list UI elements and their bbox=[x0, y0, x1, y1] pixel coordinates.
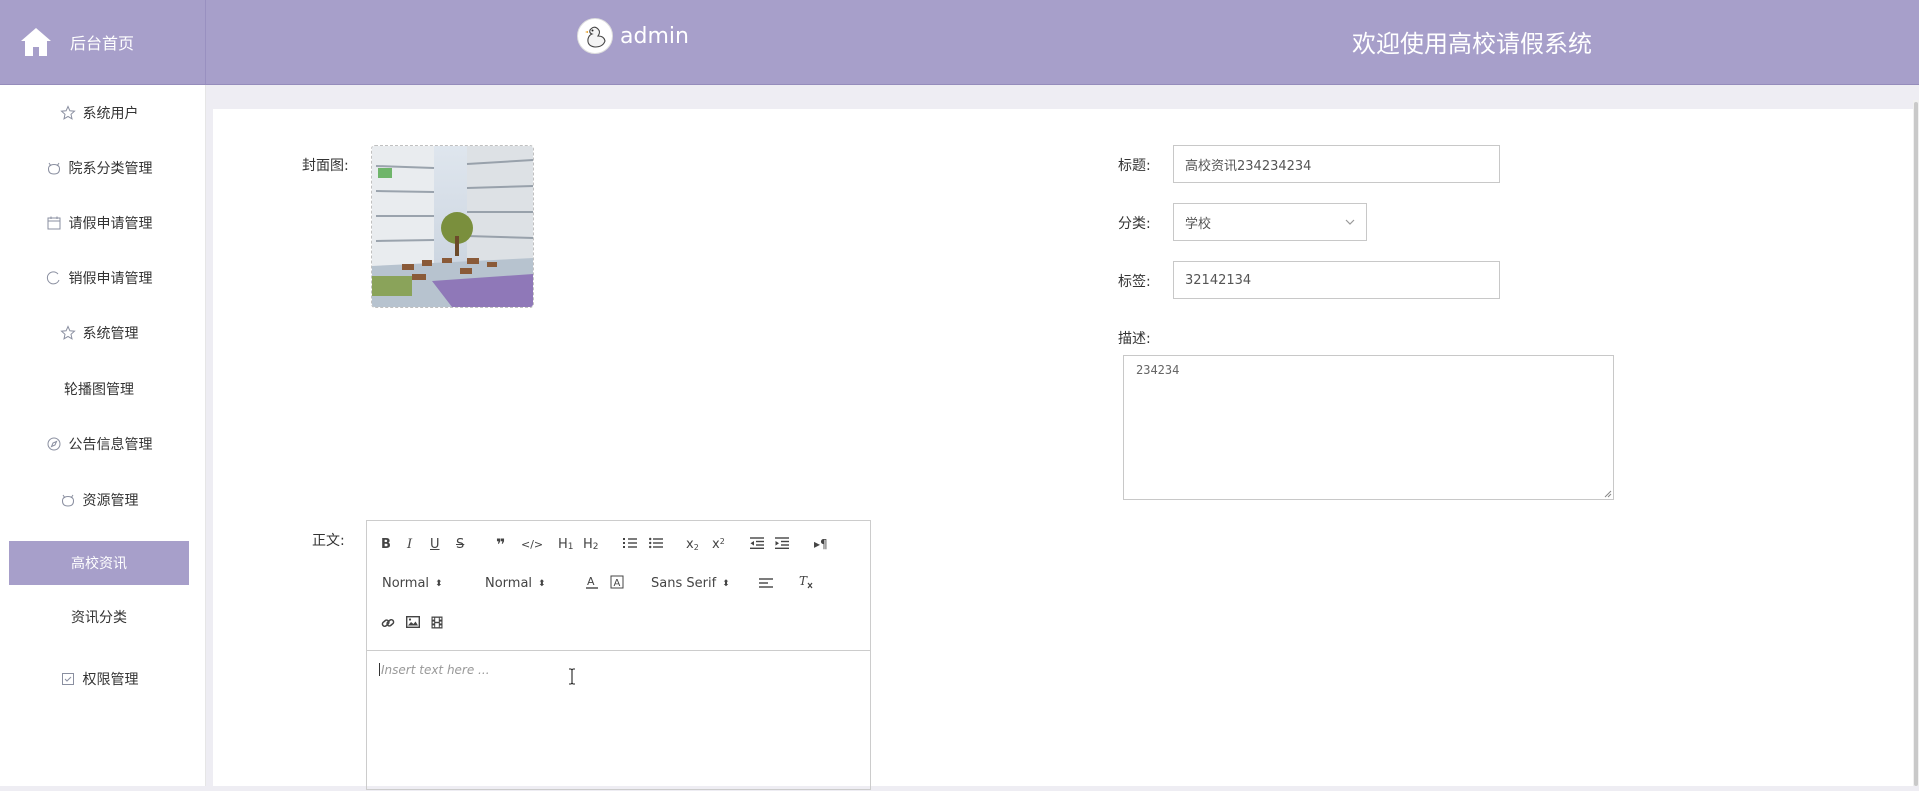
home-link[interactable]: 后台首页 bbox=[0, 0, 206, 84]
sidebar-item-carousel[interactable]: 轮播图管理 bbox=[9, 367, 189, 411]
tags-label: 标签: bbox=[1118, 274, 1151, 290]
sidebar-item-label: 权限管理 bbox=[82, 672, 139, 688]
header-select-value: Normal bbox=[382, 576, 430, 591]
cat-icon bbox=[47, 162, 60, 175]
svg-text:A: A bbox=[587, 575, 595, 588]
outdent-icon[interactable] bbox=[750, 537, 764, 549]
sidebar-item-label: 系统用户 bbox=[82, 106, 139, 122]
username: admin bbox=[620, 23, 689, 49]
title-label: 标题: bbox=[1118, 158, 1151, 174]
sidebar-item-permissions[interactable]: 权限管理 bbox=[9, 657, 189, 701]
sidebar-item-label: 请假申请管理 bbox=[68, 216, 153, 232]
editor-placeholder: Insert text here ... bbox=[381, 663, 490, 677]
body-label: 正文: bbox=[312, 533, 345, 549]
sidebar-item-announcement[interactable]: 公告信息管理 bbox=[9, 422, 189, 466]
sidebar-item-label: 资讯分类 bbox=[71, 610, 127, 626]
cat-icon bbox=[61, 494, 74, 507]
size-select-value: Normal bbox=[485, 576, 533, 591]
sidebar-item-label: 销假申请管理 bbox=[68, 271, 153, 287]
category-value: 学校 bbox=[1185, 216, 1212, 232]
sidebar-item-label: 公告信息管理 bbox=[68, 437, 153, 453]
strike-icon[interactable]: S bbox=[456, 537, 464, 552]
indent-icon[interactable] bbox=[775, 537, 789, 549]
size-select[interactable]: Normal ⬍ bbox=[485, 576, 546, 591]
editor-toolbar: B I U S ❞ </> H1 H2 x2 x2 ▸¶ Normal ⬍ Nor… bbox=[367, 521, 870, 651]
category-select[interactable]: 学校 bbox=[1173, 203, 1367, 241]
compass-icon bbox=[47, 437, 60, 451]
description-value: 234234 bbox=[1136, 363, 1180, 377]
welcome-title: 欢迎使用高校请假系统 bbox=[1352, 30, 1592, 58]
sidebar-item-label: 轮播图管理 bbox=[64, 382, 134, 398]
font-select-value: Sans Serif bbox=[651, 576, 717, 591]
sidebar-item-resources[interactable]: 资源管理 bbox=[9, 478, 189, 522]
sidebar-item-leave-apply[interactable]: 请假申请管理 bbox=[9, 201, 189, 245]
background-color-icon[interactable]: A bbox=[610, 575, 624, 589]
description-textarea[interactable]: 234234 bbox=[1123, 355, 1614, 500]
cover-image-upload[interactable] bbox=[371, 145, 534, 308]
italic-icon[interactable]: I bbox=[407, 537, 412, 552]
calendar-icon bbox=[47, 216, 60, 230]
description-label: 描述: bbox=[1118, 331, 1151, 347]
svg-text:T: T bbox=[799, 575, 808, 588]
align-icon[interactable] bbox=[759, 577, 773, 589]
text-color-icon[interactable]: A bbox=[585, 575, 599, 589]
sidebar-item-label: 系统管理 bbox=[82, 326, 139, 342]
scrollbar-thumb[interactable] bbox=[1914, 102, 1918, 786]
cover-label: 封面图: bbox=[302, 158, 349, 174]
svg-text:A: A bbox=[614, 578, 621, 589]
sidebar-item-news-category[interactable]: 资讯分类 bbox=[9, 595, 189, 639]
resize-grip-icon[interactable] bbox=[1602, 488, 1612, 498]
header-select[interactable]: Normal ⬍ bbox=[382, 576, 443, 591]
link-icon[interactable] bbox=[381, 616, 395, 630]
sidebar-item-label: 院系分类管理 bbox=[68, 161, 153, 177]
heading1-icon[interactable]: H1 bbox=[558, 537, 574, 552]
refresh-icon bbox=[46, 271, 59, 285]
underline-icon[interactable]: U bbox=[430, 537, 440, 552]
star-icon bbox=[59, 325, 76, 340]
chevron-down-icon bbox=[1345, 219, 1355, 225]
code-block-icon[interactable]: </> bbox=[521, 538, 543, 551]
top-header: 后台首页 admin 欢迎使用高校请假系统 bbox=[0, 0, 1919, 85]
title-input[interactable]: 高校资讯234234234 bbox=[1173, 145, 1500, 183]
clear-format-icon[interactable]: T bbox=[798, 575, 814, 589]
rich-text-editor: B I U S ❞ </> H1 H2 x2 x2 ▸¶ Normal ⬍ Nor… bbox=[366, 520, 871, 790]
text-direction-icon[interactable]: ▸¶ bbox=[814, 537, 828, 551]
text-caret bbox=[379, 663, 380, 676]
font-select[interactable]: Sans Serif ⬍ bbox=[651, 576, 730, 591]
cover-image bbox=[372, 146, 533, 307]
image-icon[interactable] bbox=[406, 616, 420, 628]
star-icon bbox=[59, 105, 76, 120]
sidebar-item-label: 高校资讯 bbox=[71, 556, 127, 572]
editor-content-area[interactable]: Insert text here ... bbox=[367, 651, 870, 791]
sidebar-item-leave-cancel[interactable]: 销假申请管理 bbox=[9, 256, 189, 300]
video-icon[interactable] bbox=[431, 616, 443, 629]
home-icon bbox=[21, 28, 51, 56]
bullet-list-icon[interactable] bbox=[649, 537, 663, 549]
avatar[interactable] bbox=[577, 18, 613, 54]
bold-icon[interactable]: B bbox=[381, 537, 391, 552]
category-label: 分类: bbox=[1118, 216, 1151, 232]
sidebar-item-news[interactable]: 高校资讯 bbox=[9, 541, 189, 585]
superscript-icon[interactable]: x2 bbox=[712, 537, 725, 552]
tags-input[interactable]: 32142134 bbox=[1173, 261, 1500, 299]
home-label: 后台首页 bbox=[70, 34, 135, 53]
duck-avatar-icon bbox=[581, 22, 609, 50]
subscript-icon[interactable]: x2 bbox=[686, 537, 699, 552]
user-info[interactable]: admin bbox=[577, 17, 689, 55]
sidebar-item-system-users[interactable]: 系统用户 bbox=[9, 91, 189, 135]
checkbox-icon bbox=[61, 673, 74, 685]
ordered-list-icon[interactable] bbox=[623, 537, 637, 549]
blockquote-icon[interactable]: ❞ bbox=[496, 535, 505, 554]
sidebar-item-label: 资源管理 bbox=[82, 493, 139, 509]
heading2-icon[interactable]: H2 bbox=[583, 537, 599, 552]
sidebar-item-department[interactable]: 院系分类管理 bbox=[9, 146, 189, 190]
sidebar-item-system-manage[interactable]: 系统管理 bbox=[9, 311, 189, 355]
sidebar: 系统用户 院系分类管理 请假申请管理 销假申请管理 系统管理 轮播图管理 公告信… bbox=[0, 85, 206, 786]
text-cursor-icon bbox=[569, 668, 575, 685]
